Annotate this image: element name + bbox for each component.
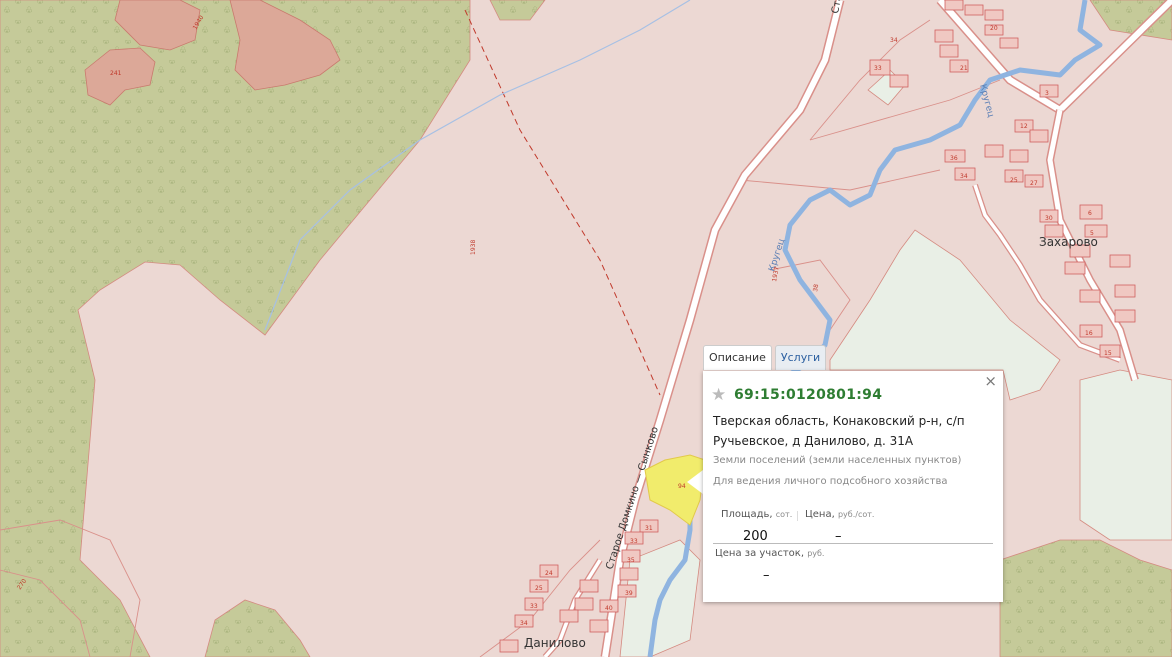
svg-text:21: 21 [960, 65, 968, 72]
svg-text:16: 16 [1085, 330, 1093, 337]
svg-text:27: 27 [1030, 180, 1038, 187]
area-value: 200 [743, 529, 768, 544]
place-label-zakharovo: Захарово [1039, 235, 1098, 249]
price-total-label: Цена за участок, руб. [715, 548, 824, 559]
field-area [1079, 369, 1172, 541]
price-label: Цена, руб./сот. [805, 509, 874, 520]
svg-text:20: 20 [990, 25, 998, 32]
place-label-danilovo: Данилово [524, 636, 586, 650]
tab-description[interactable]: Описание [703, 345, 772, 370]
svg-text:241: 241 [110, 70, 122, 77]
svg-text:33: 33 [874, 65, 882, 72]
svg-text:34: 34 [520, 620, 528, 627]
svg-text:34: 34 [890, 37, 898, 44]
svg-text:33: 33 [630, 538, 638, 545]
svg-text:25: 25 [1010, 177, 1018, 184]
price-unit: руб./сот. [837, 510, 875, 519]
svg-text:33: 33 [530, 603, 538, 610]
svg-text:30: 30 [1045, 215, 1053, 222]
svg-text:3: 3 [1045, 90, 1049, 97]
svg-text:39: 39 [625, 590, 633, 597]
svg-text:40: 40 [605, 605, 613, 612]
svg-text:94: 94 [678, 483, 686, 490]
divider-line [713, 543, 993, 544]
divider [797, 511, 798, 521]
svg-text:34: 34 [960, 173, 968, 180]
svg-text:12: 12 [1020, 123, 1028, 130]
price-label-text: Цена, [805, 509, 835, 520]
svg-text:38: 38 [812, 283, 820, 292]
area-unit: сот. [775, 510, 793, 519]
svg-text:31: 31 [645, 525, 653, 532]
land-category: Земли поселений (земли населенных пункто… [713, 455, 962, 466]
price-total-label-text: Цена за участок, [715, 548, 804, 559]
price-total-unit: руб. [807, 549, 825, 558]
tab-services[interactable]: Услуги [774, 345, 827, 370]
svg-text:24: 24 [545, 570, 553, 577]
svg-text:36: 36 [950, 155, 958, 162]
permitted-use: Для ведения личного подсобного хозяйства [713, 476, 948, 487]
svg-text:25: 25 [535, 585, 543, 592]
close-icon[interactable]: × [984, 372, 997, 390]
svg-text:15: 15 [1104, 350, 1112, 357]
favorite-star-icon[interactable]: ★ [711, 385, 726, 405]
cadastral-number[interactable]: 69:15:0120801:94 [734, 387, 882, 403]
parcel-address: Тверская область, Конаковский р-н, с/п Р… [713, 414, 965, 448]
svg-text:35: 35 [627, 557, 635, 564]
svg-text:1938: 1938 [470, 240, 477, 255]
area-label: Площадь, сот. [721, 509, 792, 520]
price-total-value: – [763, 568, 770, 583]
parcel-info-popup: × ★ 69:15:0120801:94 Тверская область, К… [703, 371, 1003, 602]
price-value: – [835, 529, 842, 544]
popup-pointer [687, 470, 703, 494]
svg-text:6: 6 [1088, 210, 1092, 217]
popup-tabs: Описание Услуги [703, 345, 827, 371]
area-label-text: Площадь, [721, 509, 773, 520]
